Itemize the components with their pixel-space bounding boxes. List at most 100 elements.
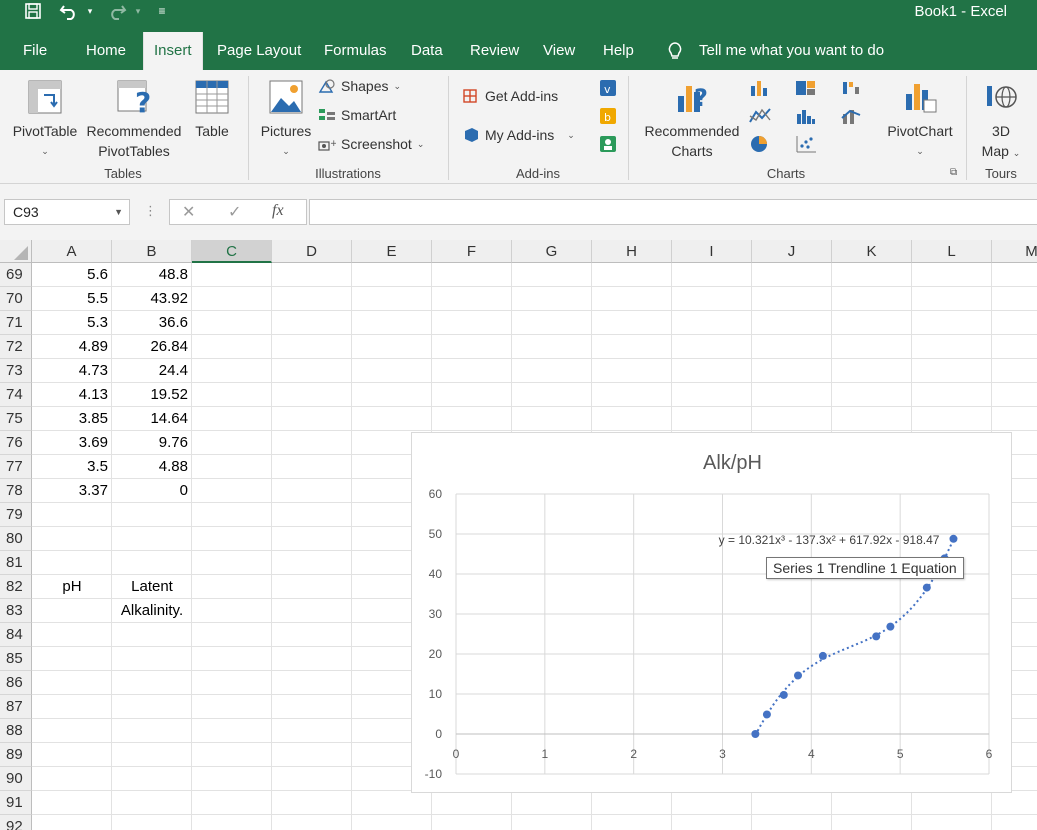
name-box[interactable]: C93 ▼ [4,199,130,225]
cancel-icon[interactable]: ✕ [182,202,195,222]
worksheet-grid[interactable]: ABCDEFGHIJKLM 69 5.6 48.8 70 5.5 43.92 71 5.3 36… [0,240,1037,830]
column-header-k[interactable]: K [832,240,912,263]
row-header[interactable]: 90 [0,767,32,791]
pictures-button[interactable]: Pictures ⌄ [258,78,314,161]
cell-b91[interactable] [112,791,192,815]
column-header-i[interactable]: I [672,240,752,263]
screenshot-button[interactable]: + Screenshot ⌄ [318,136,424,152]
row-header[interactable]: 78 [0,479,32,503]
save-icon[interactable] [20,0,46,22]
cell-b73[interactable]: 24.4 [112,359,192,383]
cell-a92[interactable] [32,815,112,830]
undo-icon[interactable] [56,0,82,22]
cell-b90[interactable] [112,767,192,791]
column-header-l[interactable]: L [912,240,992,263]
cell-a75[interactable]: 3.85 [32,407,112,431]
cell-b79[interactable] [112,503,192,527]
tab-home[interactable]: Home [86,32,126,70]
cell-a77[interactable]: 3.5 [32,455,112,479]
tell-me-search[interactable]: Tell me what you want to do [699,32,884,70]
cell-b70[interactable]: 43.92 [112,287,192,311]
table-button[interactable]: Table [190,78,234,141]
row-header[interactable]: 73 [0,359,32,383]
cell-a73[interactable]: 4.73 [32,359,112,383]
cell-b75[interactable]: 14.64 [112,407,192,431]
select-all-corner[interactable] [0,240,32,263]
row-header[interactable]: 84 [0,623,32,647]
row-header[interactable]: 77 [0,455,32,479]
cell-b71[interactable]: 36.6 [112,311,192,335]
row-header[interactable]: 85 [0,647,32,671]
waterfall-chart-icon[interactable] [840,78,864,98]
statistic-chart-icon[interactable] [794,106,818,126]
cell-a74[interactable]: 4.13 [32,383,112,407]
scatter-chart[interactable]: Alk/pH 0 1 2 3 4 5 6 -10 0 10 20 30 40 50 60 y = 10.321x… [411,432,1012,793]
column-header-h[interactable]: H [592,240,672,263]
row-header[interactable]: 91 [0,791,32,815]
cell-b74[interactable]: 19.52 [112,383,192,407]
column-header-g[interactable]: G [512,240,592,263]
name-box-dropdown-icon[interactable]: ▼ [114,200,123,224]
row-header[interactable]: 71 [0,311,32,335]
row-header[interactable]: 83 [0,599,32,623]
recommended-charts-button[interactable]: ? Recommended Charts [640,78,744,161]
redo-icon[interactable] [104,0,130,22]
column-header-f[interactable]: F [432,240,512,263]
cell-b85[interactable] [112,647,192,671]
column-header-e[interactable]: E [352,240,432,263]
pivottable-button[interactable]: PivotTable ⌄ [8,78,82,161]
redo-dropdown-icon[interactable]: ▾ [132,0,144,22]
my-addins-button[interactable]: My Add-ins ⌄ [462,127,575,143]
row-header[interactable]: 86 [0,671,32,695]
row-header[interactable]: 82 [0,575,32,599]
row-header[interactable]: 70 [0,287,32,311]
line-chart-icon[interactable] [748,106,772,126]
column-header-j[interactable]: J [752,240,832,263]
cell-a85[interactable] [32,647,112,671]
cell-a82[interactable]: pH [32,575,112,599]
cell-b86[interactable] [112,671,192,695]
cell-a88[interactable] [32,719,112,743]
cell-b78[interactable]: 0 [112,479,192,503]
hierarchy-chart-icon[interactable] [794,78,818,98]
cell-b72[interactable]: 26.84 [112,335,192,359]
cell-a72[interactable]: 4.89 [32,335,112,359]
row-header[interactable]: 69 [0,263,32,287]
cell-b84[interactable] [112,623,192,647]
cell-b81[interactable] [112,551,192,575]
column-header-d[interactable]: D [272,240,352,263]
bing-maps-icon[interactable]: b [596,106,620,126]
row-header[interactable]: 75 [0,407,32,431]
undo-dropdown-icon[interactable]: ▾ [84,0,96,22]
cell-b69[interactable]: 48.8 [112,263,192,287]
formula-input[interactable] [309,199,1037,225]
tab-file[interactable]: File [23,32,47,70]
enter-icon[interactable]: ✓ [228,202,241,222]
row-header[interactable]: 88 [0,719,32,743]
tab-data[interactable]: Data [411,32,443,70]
cell-a87[interactable] [32,695,112,719]
cell-a91[interactable] [32,791,112,815]
tab-view[interactable]: View [543,32,575,70]
cell-a90[interactable] [32,767,112,791]
column-header-b[interactable]: B [112,240,192,263]
tab-review[interactable]: Review [470,32,519,70]
row-header[interactable]: 92 [0,815,32,830]
cell-b89[interactable] [112,743,192,767]
cell-a89[interactable] [32,743,112,767]
cell-a86[interactable] [32,671,112,695]
pie-chart-icon[interactable] [748,134,772,154]
column-header-m[interactable]: M [992,240,1037,263]
cell-a71[interactable]: 5.3 [32,311,112,335]
cell-b80[interactable] [112,527,192,551]
cell-b92[interactable] [112,815,192,830]
get-addins-button[interactable]: Get Add-ins [462,88,558,104]
cell-b88[interactable] [112,719,192,743]
cell-b77[interactable]: 4.88 [112,455,192,479]
recommended-pivottables-button[interactable]: ? Recommended PivotTables [83,78,185,161]
pivotchart-button[interactable]: PivotChart ⌄ [882,78,958,161]
column-chart-icon[interactable] [748,78,772,98]
visio-icon[interactable]: v [596,78,620,98]
cell-a80[interactable] [32,527,112,551]
shapes-button[interactable]: Shapes ⌄ [318,78,401,94]
